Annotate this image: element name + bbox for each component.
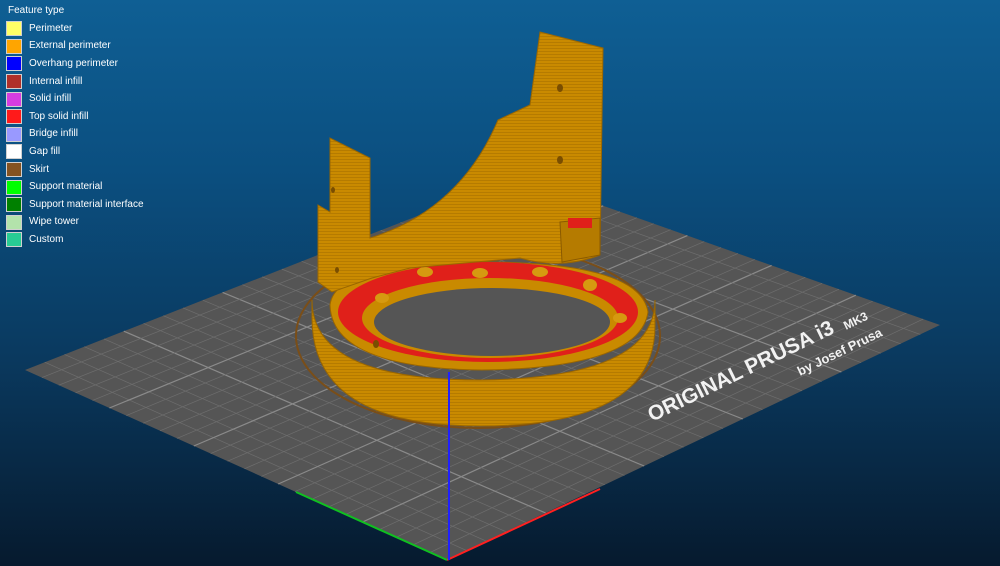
legend-item: Support material [6,178,144,196]
feature-type-legend: Feature type Perimeter External perimeter… [6,5,144,249]
legend-item: Wipe tower [6,214,144,232]
legend-swatch [6,38,22,54]
legend-label: Skirt [29,163,49,175]
legend-label: Overhang perimeter [29,57,118,69]
legend-label: Bridge infill [29,128,78,140]
legend-swatch [6,144,22,160]
legend-swatch [6,109,22,125]
legend-swatch [6,179,22,195]
legend-swatch [6,21,22,37]
legend-item: Gap fill [6,143,144,161]
legend-title: Feature type [8,5,65,16]
legend-item: Support material interface [6,196,144,214]
legend-label: Custom [29,233,64,245]
legend-label: Wipe tower [29,216,80,228]
legend-swatch [6,56,22,72]
block-top-infill [568,218,592,228]
legend-swatch [6,126,22,142]
legend-items: Perimeter External perimeter Overhang peri… [6,20,144,249]
legend-item: Overhang perimeter [6,55,144,73]
legend-swatch [6,74,22,90]
legend-label: Gap fill [29,145,61,157]
legend-item: External perimeter [6,38,144,56]
legend-label: Perimeter [29,22,73,34]
3d-preview-viewport[interactable]: ORIGINAL PRUSA i3 MK3 by Josef Prusa [0,0,1000,566]
legend-label: Solid infill [29,93,72,105]
legend-label: Top solid infill [29,110,89,122]
legend-item: Custom [6,231,144,249]
legend-item: Solid infill [6,90,144,108]
legend-swatch [6,91,22,107]
legend-item: Bridge infill [6,126,144,144]
legend-label: Support material [29,181,103,193]
legend-swatch [6,162,22,178]
legend-swatch [6,197,22,213]
legend-item: Skirt [6,161,144,179]
legend-label: Support material interface [29,198,144,210]
legend-label: External perimeter [29,40,111,52]
ring-center-hole [374,288,610,356]
legend-swatch [6,214,22,230]
legend-label: Internal infill [29,75,83,87]
legend-item: Internal infill [6,73,144,91]
legend-swatch [6,232,22,248]
legend-item: Perimeter [6,20,144,38]
legend-item: Top solid infill [6,108,144,126]
